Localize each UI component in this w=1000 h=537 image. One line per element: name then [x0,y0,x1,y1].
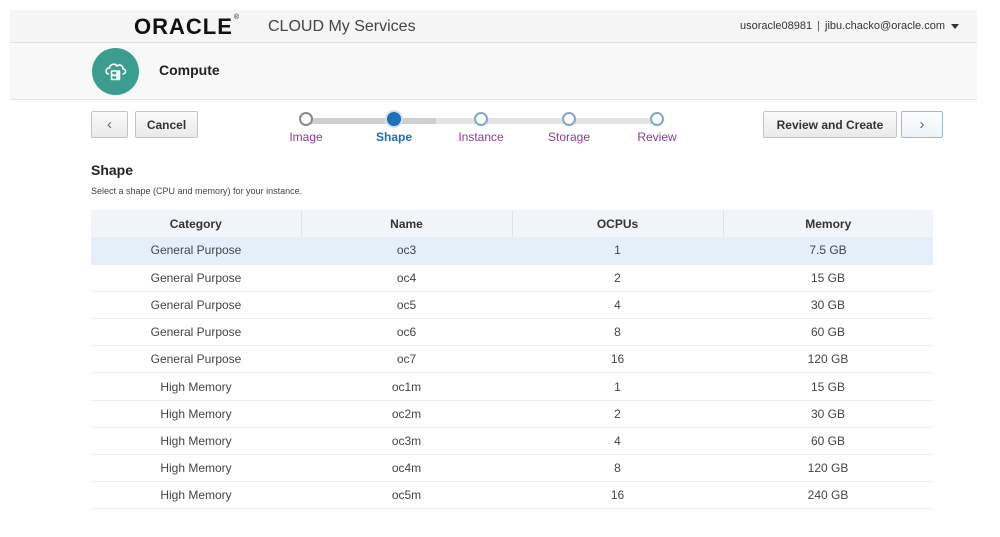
cell-name: oc6 [301,318,512,347]
train-label-shape[interactable]: Shape [359,130,429,144]
column-header-name[interactable]: Name [301,210,513,237]
cell-ocpus: 8 [512,454,723,483]
cell-name: oc3m [301,427,512,456]
cell-category: High Memory [91,400,301,428]
oracle-logo[interactable]: ORACLE® [134,14,240,40]
table-row[interactable]: High Memory oc1m 1 15 GB [91,372,933,401]
train-stop-shape[interactable] [387,112,401,126]
cell-category: General Purpose [91,264,301,292]
table-row[interactable]: High Memory oc4m 8 120 GB [91,454,933,483]
cell-ocpus: 1 [512,372,723,401]
cell-name: oc2m [301,400,512,428]
user-email: jibu.chacko@oracle.com [825,20,945,32]
table-row[interactable]: High Memory oc3m 4 60 GB [91,427,933,456]
cell-memory: 120 GB [723,345,933,374]
cell-ocpus: 16 [512,345,723,374]
column-header-category[interactable]: Category [91,210,302,237]
cell-memory: 60 GB [723,427,933,456]
column-header-ocpus[interactable]: OCPUs [512,210,724,237]
train-stop-storage[interactable] [562,112,576,126]
cell-memory: 30 GB [723,400,933,428]
train-stop-review[interactable] [650,112,664,126]
train-label-instance[interactable]: Instance [446,130,516,144]
cell-name: oc3 [301,237,512,265]
cell-category: General Purpose [91,237,301,265]
column-header-memory[interactable]: Memory [723,210,933,237]
cancel-button[interactable]: Cancel [135,111,198,138]
cell-name: oc4m [301,454,512,483]
chevron-right-icon: › [919,116,925,133]
service-band: Compute [10,43,977,100]
cell-memory: 15 GB [723,372,933,401]
section-title: Shape [91,162,134,178]
cell-memory: 240 GB [723,481,933,510]
cell-memory: 15 GB [723,264,933,292]
shape-table: Category Name OCPUs Memory General Purpo… [91,210,933,510]
cell-name: oc5 [301,291,512,320]
cell-ocpus: 2 [512,400,723,428]
table-header-row: Category Name OCPUs Memory [91,210,933,237]
cell-category: General Purpose [91,318,301,347]
service-title: Compute [159,62,220,78]
user-separator: | [817,20,820,32]
user-menu[interactable]: usoracle08981 | jibu.chacko@oracle.com [740,20,945,32]
train-stop-instance[interactable] [474,112,488,126]
cell-memory: 30 GB [723,291,933,320]
review-and-create-button[interactable]: Review and Create [763,111,897,138]
cell-ocpus: 2 [512,264,723,292]
cell-category: General Purpose [91,345,301,374]
cell-ocpus: 1 [512,237,723,265]
cell-category: High Memory [91,372,301,401]
table-row[interactable]: General Purpose oc3 1 7.5 GB [91,237,933,265]
train-track-progress [306,118,436,124]
cell-category: High Memory [91,454,301,483]
table-row[interactable]: General Purpose oc7 16 120 GB [91,345,933,374]
cell-memory: 7.5 GB [723,237,933,265]
cell-name: oc1m [301,372,512,401]
table-row[interactable]: High Memory oc5m 16 240 GB [91,481,933,510]
train-label-storage[interactable]: Storage [534,130,604,144]
top-header: ORACLE® CLOUD My Services usoracle08981 |… [10,10,977,43]
chevron-down-icon[interactable] [951,24,959,29]
brand-mark: ® [233,14,241,21]
section-description: Select a shape (CPU and memory) for your… [91,186,303,196]
cell-memory: 60 GB [723,318,933,347]
cell-name: oc5m [301,481,512,510]
cell-ocpus: 8 [512,318,723,347]
table-row[interactable]: General Purpose oc6 8 60 GB [91,318,933,347]
table-row[interactable]: General Purpose oc4 2 15 GB [91,264,933,292]
cell-name: oc7 [301,345,512,374]
next-button[interactable]: › [901,111,943,138]
chevron-left-icon: ‹ [107,116,112,133]
cell-ocpus: 16 [512,481,723,510]
cell-category: General Purpose [91,291,301,320]
identity-domain: usoracle08981 [739,20,813,32]
back-button[interactable]: ‹ [91,111,128,138]
train-stop-image[interactable] [299,112,313,126]
table-row[interactable]: High Memory oc2m 2 30 GB [91,400,933,428]
cloud-server-icon [92,48,139,95]
cell-memory: 120 GB [723,454,933,483]
wizard-train: Image Shape Instance Storage Review [280,108,700,148]
train-label-image[interactable]: Image [271,130,341,144]
cell-ocpus: 4 [512,427,723,456]
product-name: CLOUD My Services [268,18,416,35]
cell-name: oc4 [301,264,512,292]
cell-category: High Memory [91,481,301,510]
table-row[interactable]: General Purpose oc5 4 30 GB [91,291,933,320]
cell-ocpus: 4 [512,291,723,320]
cell-category: High Memory [91,427,301,456]
brand-name: ORACLE [134,14,233,39]
train-label-review[interactable]: Review [622,130,692,144]
